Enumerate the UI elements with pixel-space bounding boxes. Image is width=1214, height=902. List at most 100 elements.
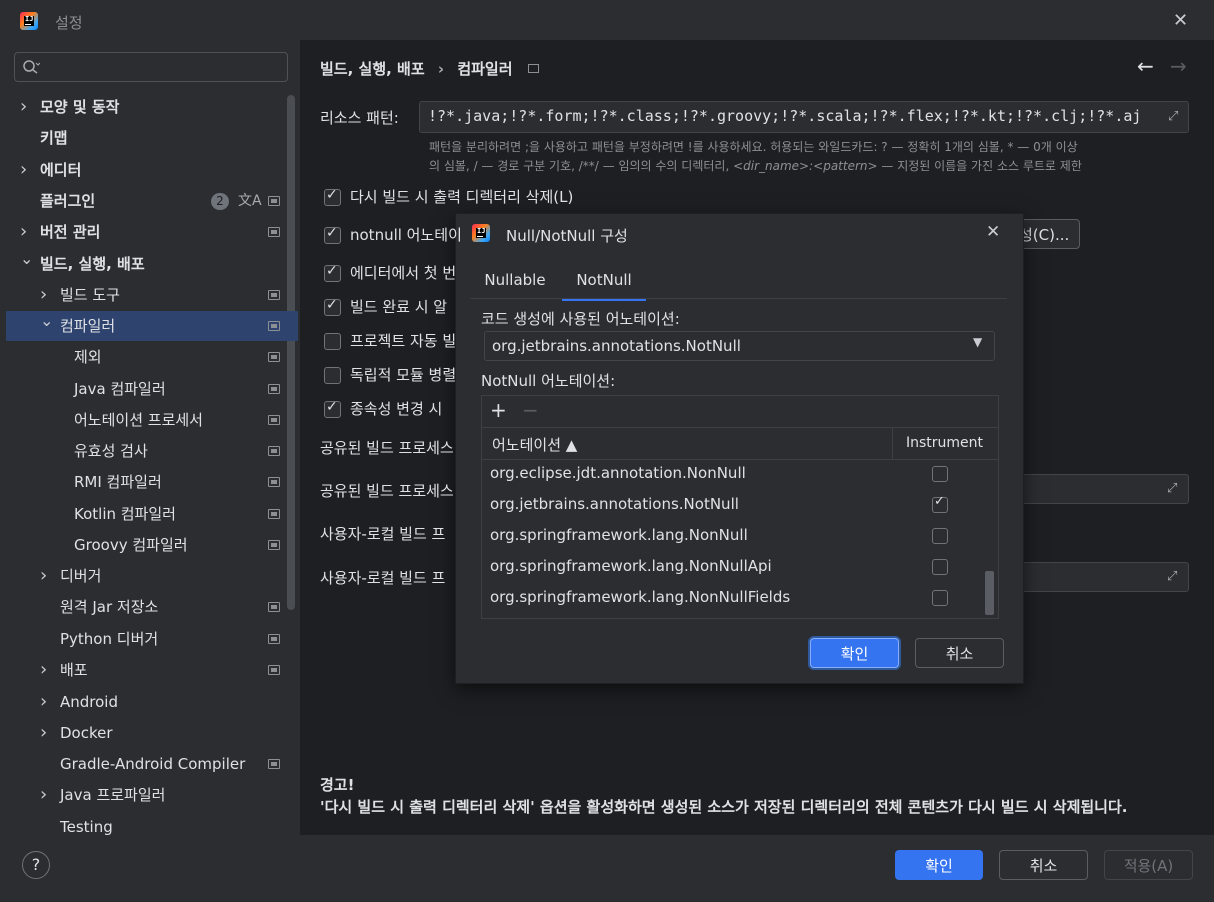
annotation-name: org.springframework.lang.NonNull [490, 526, 748, 544]
option-checkbox[interactable] [324, 263, 341, 282]
search-input[interactable] [14, 52, 288, 82]
chevron-right-icon[interactable]: › [40, 780, 50, 810]
sidebar-item[interactable]: › 배포 [6, 655, 298, 685]
sidebar-item[interactable]: Testing [6, 812, 298, 835]
resource-pattern-label: 리소스 패턴: [320, 109, 399, 127]
expand-icon[interactable]: ⤢ [1168, 109, 1182, 124]
option-label[interactable]: 독립적 모듈 병렬 [350, 364, 456, 385]
apply-button[interactable]: 적용(A) [1104, 850, 1193, 880]
sidebar-item[interactable]: Java 컴파일러 [6, 374, 298, 404]
option-label[interactable]: 에디터에서 첫 번 [350, 262, 456, 283]
app-logo-icon: IJ [472, 224, 490, 242]
sidebar-item[interactable]: RMI 컴파일러 [6, 467, 298, 497]
sidebar-item[interactable]: 어노테이션 프로세서 [6, 405, 298, 435]
option-label[interactable]: notnull 어노테이 [350, 224, 462, 245]
annotation-name: org.jetbrains.annotations.NotNull [490, 495, 739, 513]
forward-arrow-icon[interactable]: → [1170, 54, 1187, 78]
option-checkbox[interactable] [324, 367, 341, 384]
chevron-right-icon[interactable]: › [40, 687, 50, 717]
chevron-right-icon[interactable]: › [40, 718, 50, 748]
sidebar-item[interactable]: › Java 프로파일러 [6, 780, 298, 810]
expand-icon[interactable]: ⤢ [1167, 569, 1181, 584]
breadcrumb-parent[interactable]: 빌드, 실행, 배포 [320, 60, 425, 78]
option-checkbox[interactable] [324, 333, 341, 350]
add-icon[interactable]: + [490, 398, 507, 422]
tab-notnull[interactable]: NotNull [562, 271, 646, 301]
sidebar-item[interactable]: 유효성 검사 [6, 436, 298, 466]
column-instrument-header[interactable]: Instrument [906, 435, 983, 451]
chevron-down-icon: ▼ [973, 335, 983, 349]
chevron-right-icon[interactable]: › [40, 561, 50, 591]
sidebar-item[interactable]: 제외 [6, 342, 298, 372]
sidebar-item[interactable]: Groovy 컴파일러 [6, 530, 298, 560]
annotation-row[interactable]: org.springframework.lang.NonNull [482, 520, 996, 551]
sidebar-item[interactable]: Python 디버거 [6, 624, 298, 654]
annotation-row[interactable]: org.springframework.lang.NonNullFields [482, 582, 996, 613]
column-annotation-header[interactable]: 어노테이션 ▲ [492, 434, 577, 455]
instrument-checkbox[interactable] [932, 590, 948, 606]
window-close-icon[interactable]: ✕ [1173, 10, 1188, 31]
sidebar-item[interactable]: › Android [6, 687, 298, 717]
option-checkbox[interactable] [324, 225, 341, 244]
back-arrow-icon[interactable]: ← [1137, 54, 1154, 78]
instrument-checkbox[interactable] [932, 528, 948, 544]
resource-pattern-field[interactable]: !?*.java;!?*.form;!?*.class;!?*.groovy;!… [419, 101, 1189, 133]
sidebar-item[interactable]: › 디버거 [6, 561, 298, 591]
remove-icon[interactable]: − [522, 398, 539, 422]
ok-button[interactable]: 확인 [895, 850, 983, 880]
help-icon[interactable]: ? [22, 851, 50, 879]
sidebar-item[interactable]: › Docker [6, 718, 298, 748]
codegen-select[interactable]: org.jetbrains.annotations.NotNull ▼ [484, 331, 995, 361]
dialog-ok-button[interactable]: 확인 [810, 638, 899, 668]
instrument-checkbox[interactable] [932, 466, 948, 482]
sidebar-item-label: 원격 Jar 저장소 [60, 598, 159, 616]
instrument-checkbox[interactable] [932, 559, 948, 575]
sidebar-item[interactable]: Kotlin 컴파일러 [6, 499, 298, 529]
sidebar-item[interactable]: 플러그인 2 文A [6, 186, 298, 216]
project-scope-icon [268, 290, 280, 300]
chevron-right-icon[interactable]: › [20, 92, 30, 122]
translate-icon[interactable]: 文A [238, 186, 262, 216]
chevron-right-icon[interactable]: › [20, 155, 30, 185]
option-label[interactable]: 프로젝트 자동 빌 [350, 330, 456, 351]
sidebar-item[interactable]: › 에디터 [6, 155, 298, 185]
resource-hint-line1: 패턴을 분리하려면 ;을 사용하고 패턴을 부정하려면 !를 사용하세요. 허용… [429, 140, 1078, 154]
sidebar-item[interactable]: Gradle-Android Compiler [6, 749, 298, 779]
option-label[interactable]: 다시 빌드 시 출력 디렉터리 삭제(L) [350, 186, 573, 207]
chevron-right-icon[interactable]: › [20, 217, 30, 247]
heap-size-field[interactable]: ⤢ [1010, 474, 1189, 504]
sidebar-item[interactable]: 키맵 [6, 123, 298, 153]
chevron-right-icon[interactable]: › [40, 655, 50, 685]
vm-options-field[interactable]: ⤢ [1010, 562, 1189, 592]
dialog-cancel-button[interactable]: 취소 [915, 638, 1004, 668]
option-label[interactable]: 종속성 변경 시 [350, 398, 442, 419]
sidebar-item-label: 모양 및 동작 [40, 98, 120, 116]
option-checkbox[interactable] [324, 187, 341, 206]
breadcrumb-separator: › [437, 60, 445, 78]
table-scrollbar[interactable] [985, 571, 994, 615]
sidebar-item-label: Testing [60, 818, 113, 835]
sidebar-item[interactable]: 원격 Jar 저장소 [6, 592, 298, 622]
tab-nullable[interactable]: Nullable [476, 271, 554, 299]
annotation-row[interactable]: org.jetbrains.annotations.NotNull [482, 489, 996, 520]
sidebar-item-label: Android [60, 693, 118, 711]
annotation-row[interactable]: org.springframework.lang.NonNullApi [482, 551, 996, 582]
chevron-down-icon[interactable]: ⌄ [40, 306, 53, 336]
chevron-down-icon[interactable]: ⌄ [20, 244, 33, 274]
breadcrumb-current: 컴파일러 [457, 60, 513, 78]
sidebar-item[interactable]: › 모양 및 동작 [6, 92, 298, 122]
option-label[interactable]: 빌드 완료 시 알 [350, 296, 447, 317]
sidebar-item-label: 배포 [60, 661, 88, 679]
sidebar-item[interactable]: ⌄ 컴파일러 [6, 311, 298, 341]
project-scope-icon [268, 227, 280, 237]
instrument-checkbox[interactable] [932, 495, 948, 513]
cancel-button[interactable]: 취소 [999, 850, 1088, 880]
dialog-close-icon[interactable]: ✕ [986, 222, 1000, 242]
sidebar-item[interactable]: › 버전 관리 [6, 217, 298, 247]
sidebar-item[interactable]: ⌄ 빌드, 실행, 배포 [6, 249, 298, 279]
option-checkbox[interactable] [324, 399, 341, 418]
option-checkbox[interactable] [324, 297, 341, 316]
annotation-row[interactable]: org.eclipse.jdt.annotation.NonNull [482, 460, 996, 489]
hint-dir-pattern: <dir_name>:<pattern> [733, 159, 878, 173]
expand-icon[interactable]: ⤢ [1167, 481, 1181, 496]
